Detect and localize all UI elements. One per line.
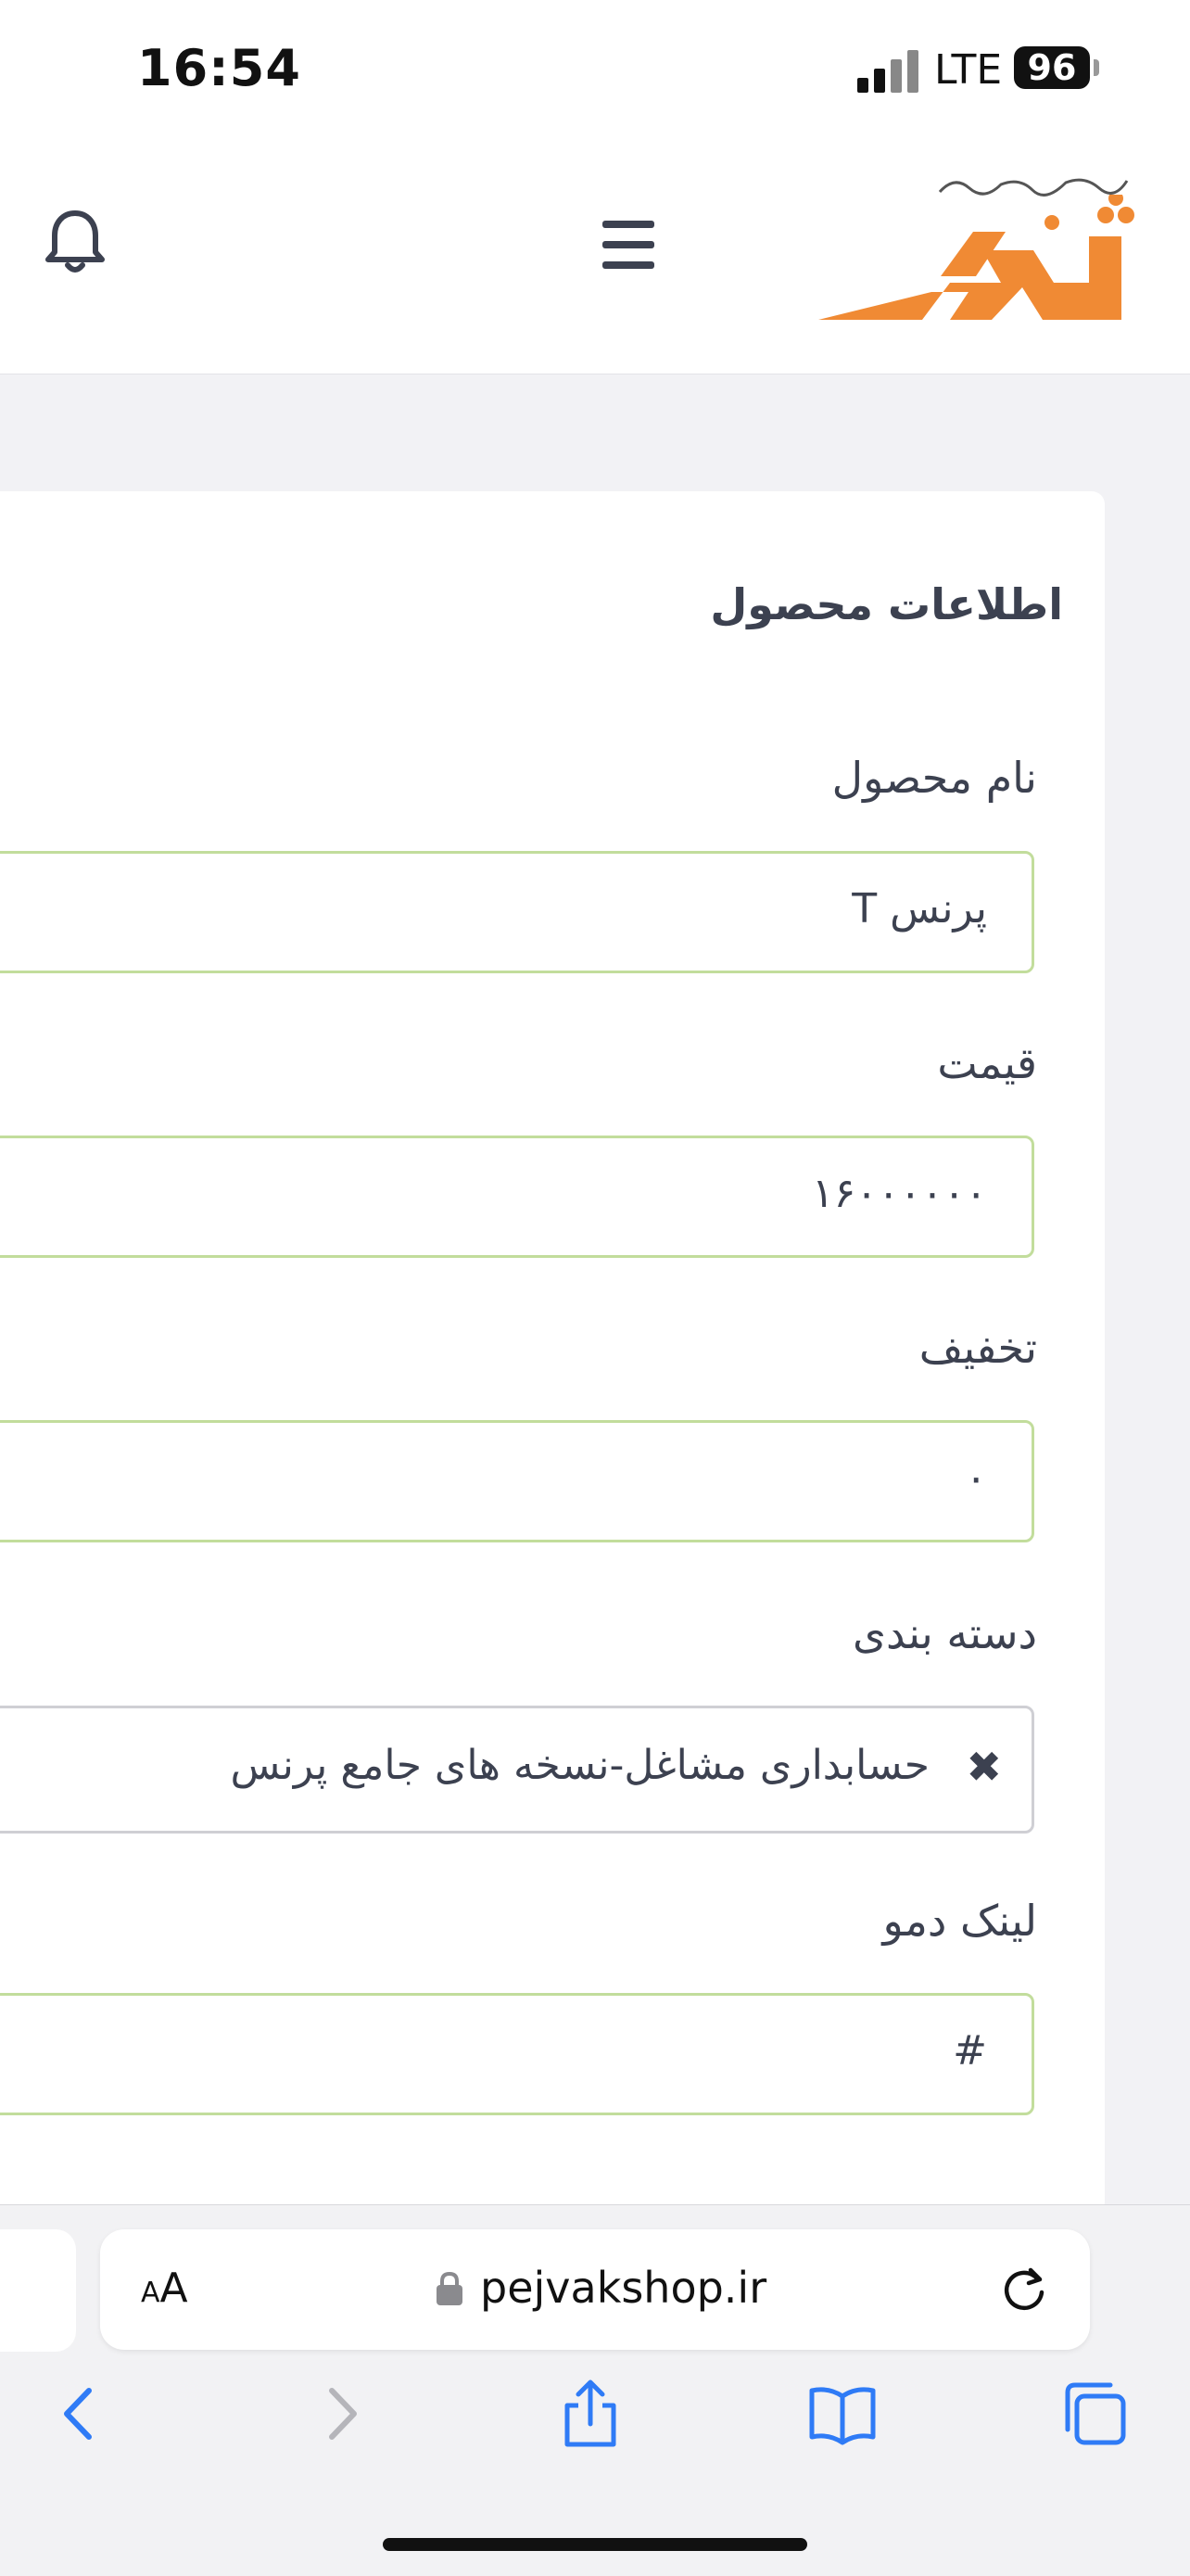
category-select[interactable]: ✖ حسابداری مشاغل-نسخه های جامع پرنس: [0, 1706, 1034, 1834]
previous-tab-card[interactable]: [0, 2229, 76, 2352]
battery-icon: 96: [1014, 46, 1090, 89]
battery-level: 96: [1027, 47, 1077, 88]
demo-link-value: #: [953, 2027, 987, 2075]
demo-link-label: لینک دمو: [882, 1896, 1037, 1946]
product-name-value: پرنس T: [852, 885, 987, 933]
price-value: ۱۶۰۰۰۰۰۰: [811, 1170, 987, 1217]
demo-link-input[interactable]: #: [0, 1993, 1034, 2115]
clock: 16:54: [137, 39, 301, 97]
bell-icon[interactable]: [37, 204, 113, 280]
logo-mark-icon: [818, 195, 1134, 320]
clear-category-icon[interactable]: ✖: [966, 1742, 1002, 1792]
back-arrow-icon[interactable]: [44, 2378, 117, 2450]
product-name-input[interactable]: پرنس T: [0, 851, 1034, 973]
battery-nub: [1094, 59, 1099, 76]
reload-icon[interactable]: [997, 2263, 1051, 2316]
home-indicator: [383, 2538, 807, 2551]
discount-label: تخفیف: [918, 1323, 1037, 1373]
pejvak-logo[interactable]: [811, 171, 1140, 329]
category-value: حسابداری مشاغل-نسخه های جامع پرنس: [230, 1742, 930, 1789]
network-type: LTE: [934, 46, 1003, 94]
tabs-icon[interactable]: [1058, 2378, 1131, 2450]
browser-toolbar: AA pejvakshop.ir: [0, 2204, 1190, 2576]
price-label: قیمت: [937, 1038, 1037, 1088]
discount-value: ۰: [965, 1454, 987, 1502]
signal-icon: [857, 48, 920, 93]
url-text: pejvakshop.ir: [480, 2263, 767, 2313]
status-bar: 16:54 LTE 96: [0, 0, 1190, 139]
share-icon[interactable]: [554, 2378, 627, 2450]
text-size-button[interactable]: AA: [141, 2265, 188, 2312]
price-input[interactable]: ۱۶۰۰۰۰۰۰: [0, 1136, 1034, 1258]
forward-arrow-icon[interactable]: [304, 2378, 376, 2450]
card-title: اطلاعات محصول: [710, 579, 1063, 629]
app-header: [0, 139, 1190, 374]
address-bar[interactable]: AA pejvakshop.ir: [100, 2229, 1090, 2350]
product-name-label: نام محصول: [831, 753, 1037, 803]
bookmarks-icon[interactable]: [806, 2378, 879, 2450]
lock-icon: [437, 2271, 462, 2305]
hamburger-menu-icon[interactable]: [602, 221, 664, 273]
discount-input[interactable]: ۰: [0, 1420, 1034, 1542]
category-label: دسته بندی: [852, 1608, 1037, 1658]
